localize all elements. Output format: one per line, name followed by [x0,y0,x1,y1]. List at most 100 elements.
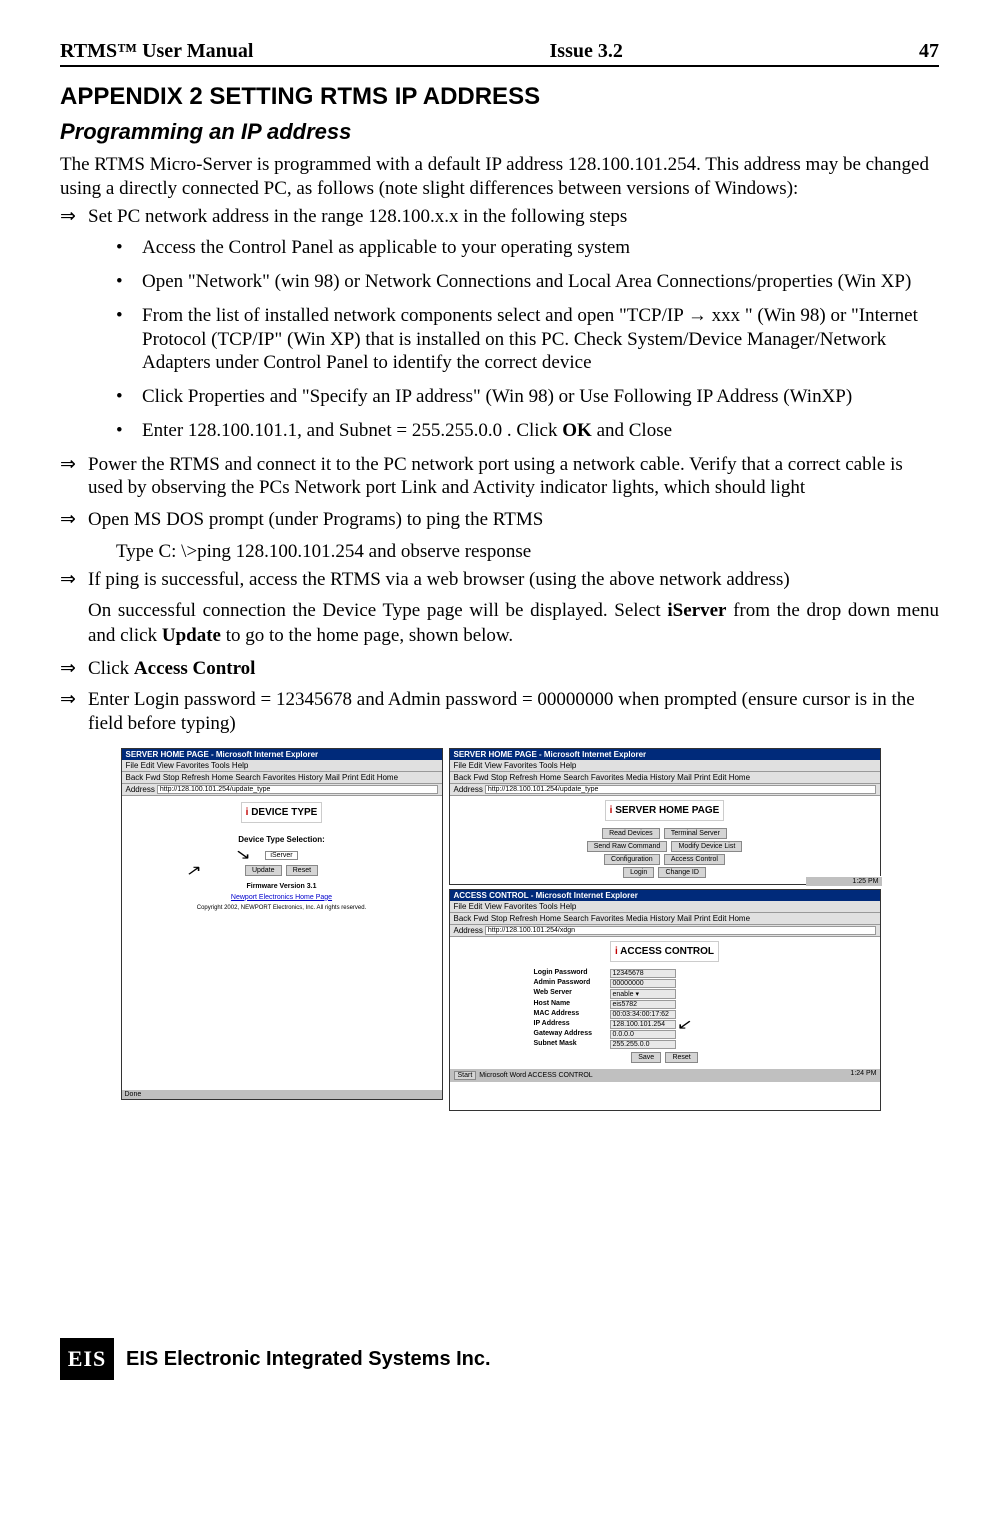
label: Host Name [534,1000,606,1009]
server-home-heading: i SERVER HOME PAGE [605,800,725,821]
access-control-button[interactable]: Access Control [664,854,725,865]
modify-device-list-button[interactable]: Modify Device List [671,841,742,852]
subnet-mask-row: Subnet Mask 255.255.0.0 [454,1040,876,1049]
window-menubar[interactable]: File Edit View Favorites Tools Help [122,760,442,772]
bullet-tcpip: • From the list of installed network com… [116,304,939,375]
change-id-button[interactable]: Change ID [658,867,705,878]
window-toolbar[interactable]: Back Fwd Stop Refresh Home Search Favori… [450,913,880,925]
login-password-row: Login Password 12345678 [454,969,876,978]
device-type-select[interactable]: iServer [265,851,297,860]
taskbar: 1:25 PM [806,876,882,886]
label: Gateway Address [534,1030,606,1039]
device-type-heading: i DEVICE TYPE [241,802,323,823]
access-control-window: ACCESS CONTROL - Microsoft Internet Expl… [449,889,881,1111]
bullet-pre: Enter 128.100.101.1, and Subnet = 255.25… [142,420,562,441]
double-arrow-icon: ⇒ [60,453,88,501]
pointer-arrow-icon: ↗ [185,862,201,879]
double-arrow-icon: ⇒ [60,688,88,736]
text-post: to go to the home page, shown below. [221,625,513,646]
heading-text: SERVER HOME PAGE [615,805,719,816]
intro-paragraph: The RTMS Micro-Server is programmed with… [60,153,939,201]
bullet-text: Click Properties and "Specify an IP addr… [142,385,939,409]
reset-button[interactable]: Reset [286,865,318,876]
address-bar: Address [122,784,442,796]
step-enter-passwords: ⇒ Enter Login password = 12345678 and Ad… [60,688,939,736]
bullet-icon: • [116,385,142,409]
text-update: Update [162,625,221,646]
bullet-ok: OK [562,420,592,441]
heading-text: ACCESS CONTROL [620,946,714,957]
login-password-field[interactable]: 12345678 [610,969,676,978]
window-menubar[interactable]: File Edit View Favorites Tools Help [450,760,880,772]
step-text: Power the RTMS and connect it to the PC … [88,453,939,501]
device-type-instruction: On successful connection the Device Type… [88,599,939,648]
address-input[interactable] [485,785,876,794]
window-titlebar: ACCESS CONTROL - Microsoft Internet Expl… [450,890,880,901]
bullet-access-control-panel: • Access the Control Panel as applicable… [116,236,939,260]
ping-command: Type C: \>ping 128.100.101.254 and obser… [116,540,939,564]
header-right: 47 [919,40,939,63]
step-power-rtms: ⇒ Power the RTMS and connect it to the P… [60,453,939,501]
window-menubar[interactable]: File Edit View Favorites Tools Help [450,901,880,913]
bullet-post: and Close [592,420,672,441]
bullet-enter-ip-subnet: • Enter 128.100.101.1, and Subnet = 255.… [116,419,939,443]
double-arrow-icon: ⇒ [60,508,88,532]
text-pre: On successful connection the Device Type… [88,600,667,621]
double-arrow-icon: ⇒ [60,568,88,592]
start-button[interactable]: Start [454,1071,477,1080]
label: Login Password [534,969,606,978]
host-name-field[interactable]: eis5782 [610,1000,676,1009]
host-name-row: Host Name eis5782 [454,1000,876,1009]
bullet-text: Enter 128.100.101.1, and Subnet = 255.25… [142,419,939,443]
reset-button[interactable]: Reset [665,1052,697,1063]
send-raw-command-button[interactable]: Send Raw Command [587,841,668,852]
web-server-select[interactable]: enable ▾ [610,989,676,999]
section-subtitle: Programming an IP address [60,119,939,145]
window-titlebar: SERVER HOME PAGE - Microsoft Internet Ex… [122,749,442,760]
copyright-text: Copyright 2002, NEWPORT Electronics, Inc… [128,905,436,911]
window-content: i ACCESS CONTROL Login Password12345678 … [450,937,880,1068]
screenshot-row: SERVER HOME PAGE - Microsoft Internet Ex… [60,748,939,1111]
address-label: Address [454,785,483,794]
text-access-control: Access Control [134,658,256,679]
newport-home-link[interactable]: Newport Electronics Home Page [128,894,436,901]
label: Subnet Mask [534,1040,606,1049]
gateway-field[interactable]: 0.0.0.0 [610,1030,676,1039]
step-set-pc-address: ⇒ Set PC network address in the range 12… [60,205,939,229]
address-input[interactable] [157,785,438,794]
bullet-icon: • [116,419,142,443]
window-toolbar[interactable]: Back Fwd Stop Refresh Home Search Favori… [450,772,880,784]
bullet-open-network: • Open "Network" (win 98) or Network Con… [116,270,939,294]
configuration-button[interactable]: Configuration [604,854,660,865]
access-control-heading: i ACCESS CONTROL [610,941,719,962]
bullet-text: Access the Control Panel as applicable t… [142,236,939,260]
address-input[interactable] [485,926,876,935]
login-button[interactable]: Login [623,867,654,878]
bullet-text: Open "Network" (win 98) or Network Conne… [142,270,939,294]
header-center: Issue 3.2 [550,40,623,63]
gateway-address-row: Gateway Address 0.0.0.0 [454,1030,876,1039]
window-toolbar[interactable]: Back Fwd Stop Refresh Home Search Favori… [122,772,442,784]
admin-password-field[interactable]: 00000000 [610,979,676,988]
address-bar: Address [450,784,880,796]
bullet-icon: • [116,270,142,294]
bullet-text: From the list of installed network compo… [142,304,939,375]
status-text: Done [125,1091,142,1098]
address-bar: Address [450,925,880,937]
bullet-icon: • [116,304,142,375]
pointer-arrow-icon: ↙ [676,1016,692,1033]
save-button[interactable]: Save [631,1052,661,1063]
update-button[interactable]: Update [245,865,282,876]
subnet-mask-field[interactable]: 255.255.0.0 [610,1040,676,1049]
window-titlebar: SERVER HOME PAGE - Microsoft Internet Ex… [450,749,880,760]
step-text: Click Access Control [88,657,939,681]
read-devices-button[interactable]: Read Devices [602,828,660,839]
terminal-server-button[interactable]: Terminal Server [664,828,727,839]
step-text: If ping is successful, access the RTMS v… [88,568,939,592]
ip-address-row: IP Address128.100.101.254 ↙ [454,1020,876,1029]
ip-address-field[interactable]: 128.100.101.254 [610,1020,676,1029]
taskbar-time: 1:24 PM [850,1070,876,1081]
device-type-window: SERVER HOME PAGE - Microsoft Internet Ex… [121,748,443,1100]
firmware-version: Firmware Version 3.1 [128,883,436,890]
taskbar: Start Microsoft Word ACCESS CONTROL 1:24… [450,1068,880,1082]
